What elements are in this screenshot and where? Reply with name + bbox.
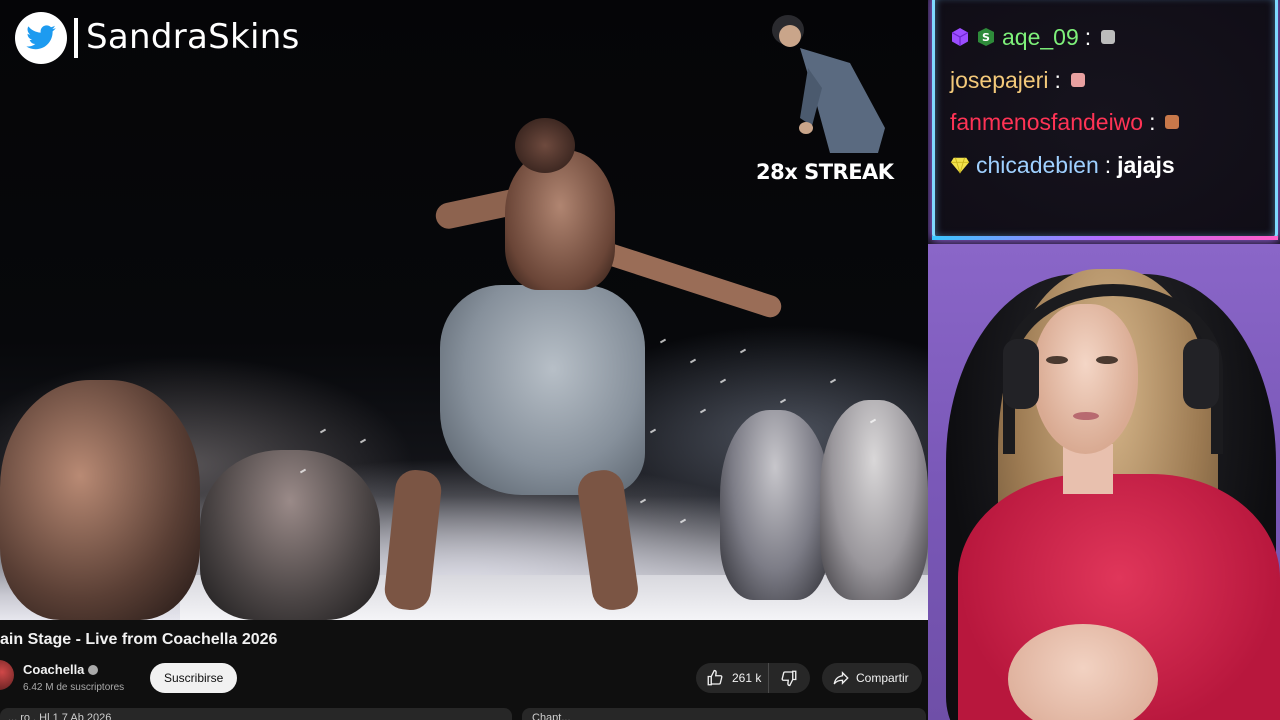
video-player[interactable]: SandraSkins 28x STREAK — [0, 0, 928, 620]
gem-badge-icon — [950, 155, 970, 175]
watermark-handle: SandraSkins — [86, 17, 300, 57]
chat-colon: : — [1054, 66, 1061, 93]
svg-text:S: S — [982, 31, 990, 44]
chat-message: fanmenosfandeiwo : — [950, 107, 1180, 137]
share-label: Compartir — [856, 671, 909, 685]
streak-dancer-image — [772, 15, 885, 153]
chat-message: chicadebien : jajajs — [950, 150, 1175, 180]
share-button[interactable]: Compartir — [822, 663, 922, 693]
share-icon — [833, 671, 849, 685]
thumbs-up-icon — [707, 669, 723, 686]
channel-name[interactable]: Coachella — [23, 662, 99, 677]
chat-message-cut — [950, 0, 956, 20]
chat-message-text: jajajs — [1117, 151, 1175, 178]
verified-icon — [88, 664, 99, 675]
performer-torso — [505, 150, 615, 290]
like-count: 261 k — [732, 671, 762, 685]
cube-badge-icon — [950, 27, 970, 47]
chat-username[interactable]: chicadebien — [976, 152, 1099, 179]
emote-icon — [1165, 115, 1180, 129]
twitter-icon — [15, 12, 67, 64]
dislike-button[interactable] — [769, 663, 809, 693]
like-button[interactable]: 261 k — [696, 663, 769, 693]
video-info-panel: ain Stage - Live from Coachella 2026 Coa… — [0, 620, 928, 720]
headset-earcup — [1183, 339, 1219, 409]
streak-label: 28x STREAK — [756, 160, 894, 184]
performer-skirt — [440, 285, 645, 495]
watermark-divider — [74, 18, 78, 58]
performer-head — [515, 118, 575, 173]
emote-icon — [1101, 30, 1116, 44]
like-dislike-group: 261 k — [696, 663, 810, 693]
chat-overlay: S aqe_09 : josepajeri : fanmenosfandeiwo… — [928, 0, 1280, 244]
thumbs-down-icon — [781, 670, 797, 687]
headset-earcup — [1003, 339, 1039, 409]
chat-message: josepajeri : — [950, 65, 1085, 95]
crowd-member — [720, 410, 830, 600]
chat-colon: : — [1149, 108, 1156, 135]
streamer-webcam — [928, 244, 1280, 720]
emote-icon — [1070, 73, 1085, 87]
channel-name-text[interactable]: Coachella — [23, 662, 84, 677]
comments-text: Chapt... — [532, 712, 571, 720]
subscriber-count: 6.42 M de suscriptores — [23, 682, 125, 693]
chat-username[interactable]: josepajeri — [950, 67, 1048, 94]
chat-username[interactable]: fanmenosfandeiwo — [950, 109, 1143, 136]
comments-box[interactable]: Chapt... — [522, 708, 926, 720]
chat-colon: : — [1104, 151, 1112, 178]
chat-message: S aqe_09 : — [950, 22, 1116, 52]
chat-colon: : — [1084, 23, 1092, 50]
description-box[interactable]: ... ro . Hl 1 7 Ab 2026 — [0, 708, 512, 720]
video-title: ain Stage - Live from Coachella 2026 — [0, 631, 278, 648]
crowd-member — [200, 450, 380, 620]
subscribe-button[interactable]: Suscribirse — [150, 663, 238, 693]
crowd-member — [820, 400, 928, 600]
sub-badge-icon: S — [976, 27, 996, 47]
description-text: ... ro . Hl 1 7 Ab 2026 — [8, 712, 112, 720]
chat-username[interactable]: aqe_09 — [1002, 24, 1079, 51]
crowd-member — [0, 380, 200, 620]
channel-avatar[interactable] — [0, 660, 14, 690]
